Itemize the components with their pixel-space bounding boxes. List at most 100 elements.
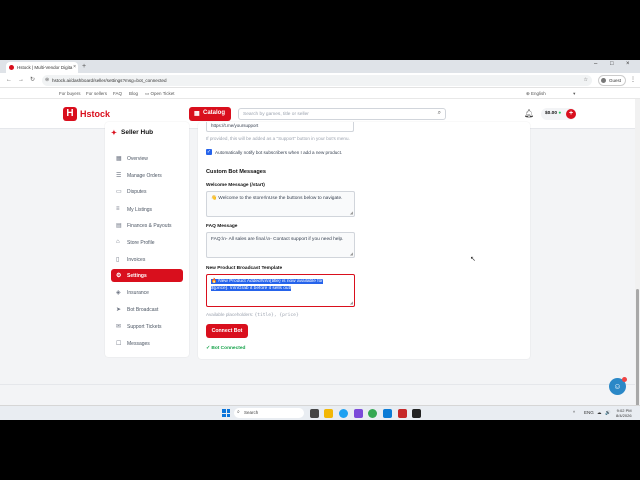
windows-start-icon[interactable] <box>222 409 230 417</box>
custom-messages-title: Custom Bot Messages <box>206 169 266 175</box>
tray-volume-icon[interactable]: 🔊 <box>605 410 611 416</box>
wallet-balance[interactable]: $0.00 ● + <box>541 108 576 120</box>
resize-grip-icon[interactable]: ◢ <box>350 251 353 258</box>
sidebar-item-insurance[interactable]: ◈ Insurance <box>111 286 183 299</box>
footer-divider <box>0 384 636 385</box>
link-open-ticket[interactable]: ▭ Open Ticket <box>145 91 175 97</box>
sidebar-item-store-profile[interactable]: ⌂ Store Profile <box>111 236 183 249</box>
resize-grip-icon[interactable]: ◢ <box>350 210 353 217</box>
broadcast-template-line-1: 🔥 New Product Added!\n\n{title} is now a… <box>211 279 323 284</box>
window-close-button[interactable]: × <box>626 61 630 67</box>
new-tab-button[interactable]: + <box>82 62 86 71</box>
vscode-icon[interactable] <box>383 409 392 418</box>
add-funds-button[interactable]: + <box>566 109 576 119</box>
sidebar-item-label: Bot Broadcast <box>127 307 159 313</box>
minimize-button[interactable]: – <box>594 61 597 67</box>
browser-tab[interactable]: Hstock | Multi-Vendor Digita × <box>6 62 78 73</box>
sidebar-title-text: Seller Hub <box>121 129 154 136</box>
edge-browser-icon[interactable] <box>339 409 348 418</box>
link-for-sellers[interactable]: For sellers <box>86 91 107 96</box>
url-input[interactable]: ⊜ hstock.ai/dashboard/seller/settings?ms… <box>42 75 592 86</box>
gear-icon: ⚙ <box>116 273 122 279</box>
sidebar-item-label: Store Profile <box>127 240 155 246</box>
sidebar-item-invoices[interactable]: ▯ Invoices <box>111 253 183 266</box>
taskbar-clock[interactable]: 9:02 PM 8/4/2026 <box>616 408 632 418</box>
notification-bell-icon[interactable]: 🔔︎ <box>524 109 534 118</box>
search-icon[interactable]: ⌕ <box>438 110 441 117</box>
reload-icon[interactable]: ↻ <box>30 76 35 84</box>
sidebar-item-bot-broadcast[interactable]: ➤ Bot Broadcast <box>111 303 183 316</box>
maximize-button[interactable]: □ <box>610 61 614 67</box>
site-info-icon[interactable]: ⊜ <box>45 77 49 83</box>
terminal-icon[interactable] <box>412 409 421 418</box>
sidebar-item-disputes[interactable]: ▭ Disputes <box>111 185 183 198</box>
link-blog[interactable]: Blog <box>129 91 138 96</box>
file-explorer-icon[interactable] <box>324 409 333 418</box>
link-for-buyers[interactable]: For buyers <box>59 91 81 96</box>
auto-notify-label: Automatically notify bot subscribers whe… <box>215 150 343 155</box>
invoice-icon: ▯ <box>116 257 120 263</box>
sidebar-item-messages[interactable]: ☐ Messages <box>111 337 183 350</box>
support-url-input[interactable]: https://t.me/yoursupport <box>206 122 354 132</box>
connect-bot-button[interactable]: Connect Bot <box>206 324 248 338</box>
task-view-icon[interactable] <box>310 409 319 418</box>
sidebar-item-manage-orders[interactable]: ☰ Manage Orders <box>111 169 183 182</box>
chat-notification-dot <box>622 377 627 382</box>
sidebar-item-label: My Listings <box>127 207 153 213</box>
sidebar-item-settings[interactable]: ⚙ Settings <box>111 269 183 282</box>
seller-hub-icon: ✦ <box>111 130 117 137</box>
profile-avatar-icon <box>601 78 606 83</box>
grid-icon: ▦ <box>116 156 122 162</box>
tray-overflow-icon[interactable]: ^ <box>573 410 575 415</box>
logo-icon[interactable]: H <box>63 107 77 121</box>
sidebar-item-finances[interactable]: ▤ Finances & Payouts <box>111 219 183 232</box>
welcome-message-textarea[interactable]: 👋 Welcome to the store!\nUse the buttons… <box>206 191 355 217</box>
language-select[interactable]: ⊕ English ▾ <box>526 91 575 97</box>
taskbar-search-icon: ⌕ <box>237 409 240 415</box>
browser-menu-icon[interactable]: ⋮ <box>630 76 636 83</box>
scrollbar-thumb[interactable] <box>636 289 639 420</box>
support-url-hint: If provided, this will be added as a "Su… <box>206 136 350 141</box>
catalog-grid-icon: ▦ <box>194 111 200 117</box>
bookmark-star-icon[interactable]: ☆ <box>584 77 588 83</box>
app-icon-purple[interactable] <box>354 409 363 418</box>
forward-arrow-icon[interactable]: → <box>18 76 24 84</box>
page-scrollbar[interactable] <box>635 99 640 420</box>
tab-title: Hstock | Multi-Vendor Digita <box>17 65 73 70</box>
taskbar-search-input[interactable]: ⌕ Search <box>234 408 304 418</box>
catalog-label: Catalog <box>203 110 226 116</box>
app-icon-red[interactable] <box>398 409 407 418</box>
bot-status-text: ✓ Bot Connected <box>206 346 246 351</box>
logo-text[interactable]: Hstock <box>80 109 110 119</box>
faq-message-textarea[interactable]: FAQ:\n- All sales are final.\n- Contact … <box>206 232 355 258</box>
resize-grip-icon[interactable]: ◢ <box>350 300 353 307</box>
back-arrow-icon[interactable]: ← <box>6 76 12 84</box>
finance-icon: ▤ <box>116 223 122 229</box>
tab-close-icon[interactable]: × <box>73 64 76 70</box>
tray-network-icon[interactable]: ☁ <box>597 410 602 416</box>
placeholders-label: Available placeholders: <box>206 312 254 317</box>
sidebar-item-support-tickets[interactable]: ✉ Support Tickets <box>111 320 183 333</box>
chrome-browser-icon[interactable] <box>368 409 377 418</box>
profile-label: Guest <box>609 78 622 83</box>
site-topbar: For buyers For sellers FAQ Blog ▭ Open T… <box>0 88 640 99</box>
link-faq[interactable]: FAQ <box>113 91 122 96</box>
orders-icon: ☰ <box>116 173 122 179</box>
sidebar-item-my-listings[interactable]: ≡ My Listings <box>111 203 183 216</box>
catalog-button[interactable]: ▦ Catalog <box>189 107 231 121</box>
disputes-icon: ▭ <box>116 189 122 195</box>
sidebar-item-label: Overview <box>127 156 148 162</box>
seller-hub-sidebar: ✦ Seller Hub ▦ Overview ☰ Manage Orders ▭ D… <box>105 122 189 357</box>
windows-taskbar: ⌕ Search ^ ENG ☁ 🔊 9:02 PM 8/4/2026 <box>0 405 640 420</box>
sidebar-item-overview[interactable]: ▦ Overview <box>111 152 183 165</box>
profile-button[interactable]: Guest <box>598 75 626 86</box>
faq-message-value: FAQ:\n- All sales are final.\n- Contact … <box>211 237 344 242</box>
auto-notify-checkbox[interactable]: ✓ <box>206 149 212 155</box>
chat-bubble-icon: ☺ <box>613 382 622 391</box>
tray-language[interactable]: ENG <box>584 410 594 415</box>
search-input[interactable]: Search by games, title or seller ⌕ <box>238 108 446 120</box>
wallet-amount: $0.00 <box>545 111 558 116</box>
mouse-cursor-icon: ↖ <box>470 256 476 263</box>
live-chat-button[interactable]: ☺ <box>609 377 627 395</box>
broadcast-template-textarea[interactable]: 🔥 New Product Added!\n\n{title} is now a… <box>206 274 355 307</box>
